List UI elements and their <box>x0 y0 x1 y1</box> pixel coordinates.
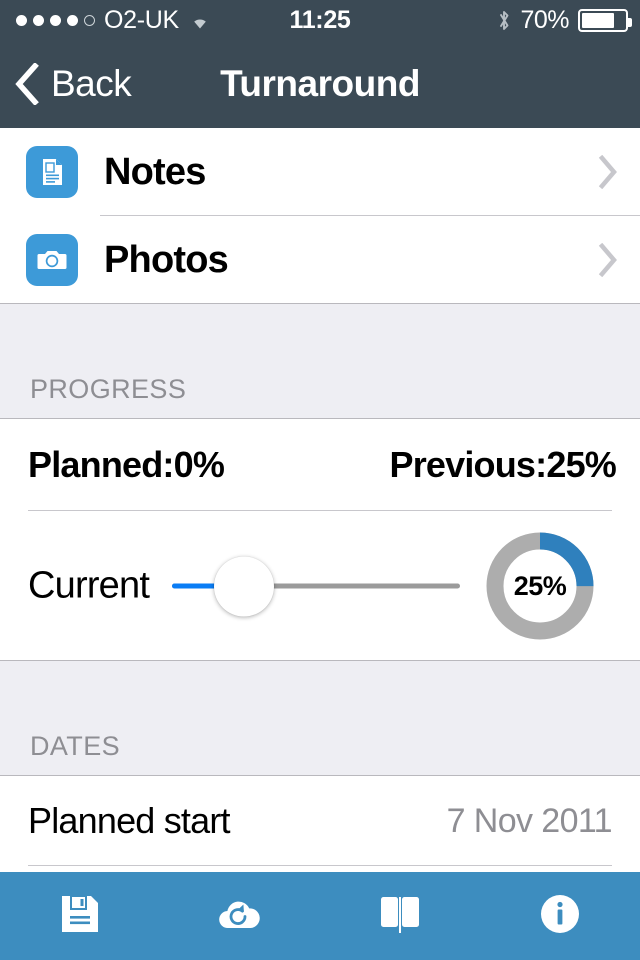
info-circle-icon <box>539 893 581 940</box>
progress-summary-row: Planned:0% Previous:25% <box>0 419 640 511</box>
progress-donut-chart: 25% <box>482 528 598 644</box>
bottom-toolbar <box>0 872 640 960</box>
chevron-right-icon <box>598 154 618 190</box>
planned-progress-label: Planned:0% <box>28 444 225 485</box>
list-item-photos[interactable]: Photos <box>0 216 640 304</box>
current-progress-row[interactable]: Current 25% <box>0 511 640 661</box>
donut-value-label: 25% <box>513 570 567 601</box>
chevron-right-icon <box>598 242 618 278</box>
scroll-content[interactable]: Notes Photos PROGRESS Planned:0% Previou… <box>0 128 640 872</box>
book-button[interactable] <box>320 872 480 960</box>
section-header-dates: DATES <box>0 661 640 776</box>
battery-icon <box>578 8 632 32</box>
bluetooth-icon <box>497 9 511 31</box>
sync-button[interactable] <box>160 872 320 960</box>
list-item-notes[interactable]: Notes <box>0 128 640 216</box>
progress-slider[interactable] <box>172 556 460 616</box>
previous-progress-label: Previous:25% <box>389 444 616 485</box>
page-title: Turnaround <box>220 63 420 104</box>
save-button[interactable] <box>0 872 160 960</box>
battery-percent-label: 70% <box>520 5 569 34</box>
date-row-value: 7 Nov 2011 <box>446 801 613 840</box>
status-bar: O2-UK 11:25 70% <box>0 0 640 40</box>
slider-label: Current <box>28 564 150 607</box>
cloud-refresh-icon <box>217 894 263 939</box>
navigation-bar: Back Turnaround <box>0 40 640 128</box>
document-icon <box>26 146 78 198</box>
floppy-disk-icon <box>59 893 101 940</box>
open-book-icon <box>379 894 421 939</box>
camera-icon <box>26 234 78 286</box>
list-item-label: Notes <box>104 150 206 193</box>
status-bar-right: 70% <box>497 5 632 35</box>
section-header-progress: PROGRESS <box>0 304 640 419</box>
app-screen: O2-UK 11:25 70% Back Turnaround Notes Ph… <box>0 0 640 960</box>
date-row-label: Planned start <box>28 800 231 841</box>
info-button[interactable] <box>480 872 640 960</box>
section-header-label: PROGRESS <box>30 374 187 404</box>
section-header-label: DATES <box>30 731 121 761</box>
list-item-label: Photos <box>104 238 229 281</box>
slider-thumb[interactable] <box>214 556 274 616</box>
date-row-planned-start[interactable]: Planned start 7 Nov 2011 <box>0 776 640 866</box>
